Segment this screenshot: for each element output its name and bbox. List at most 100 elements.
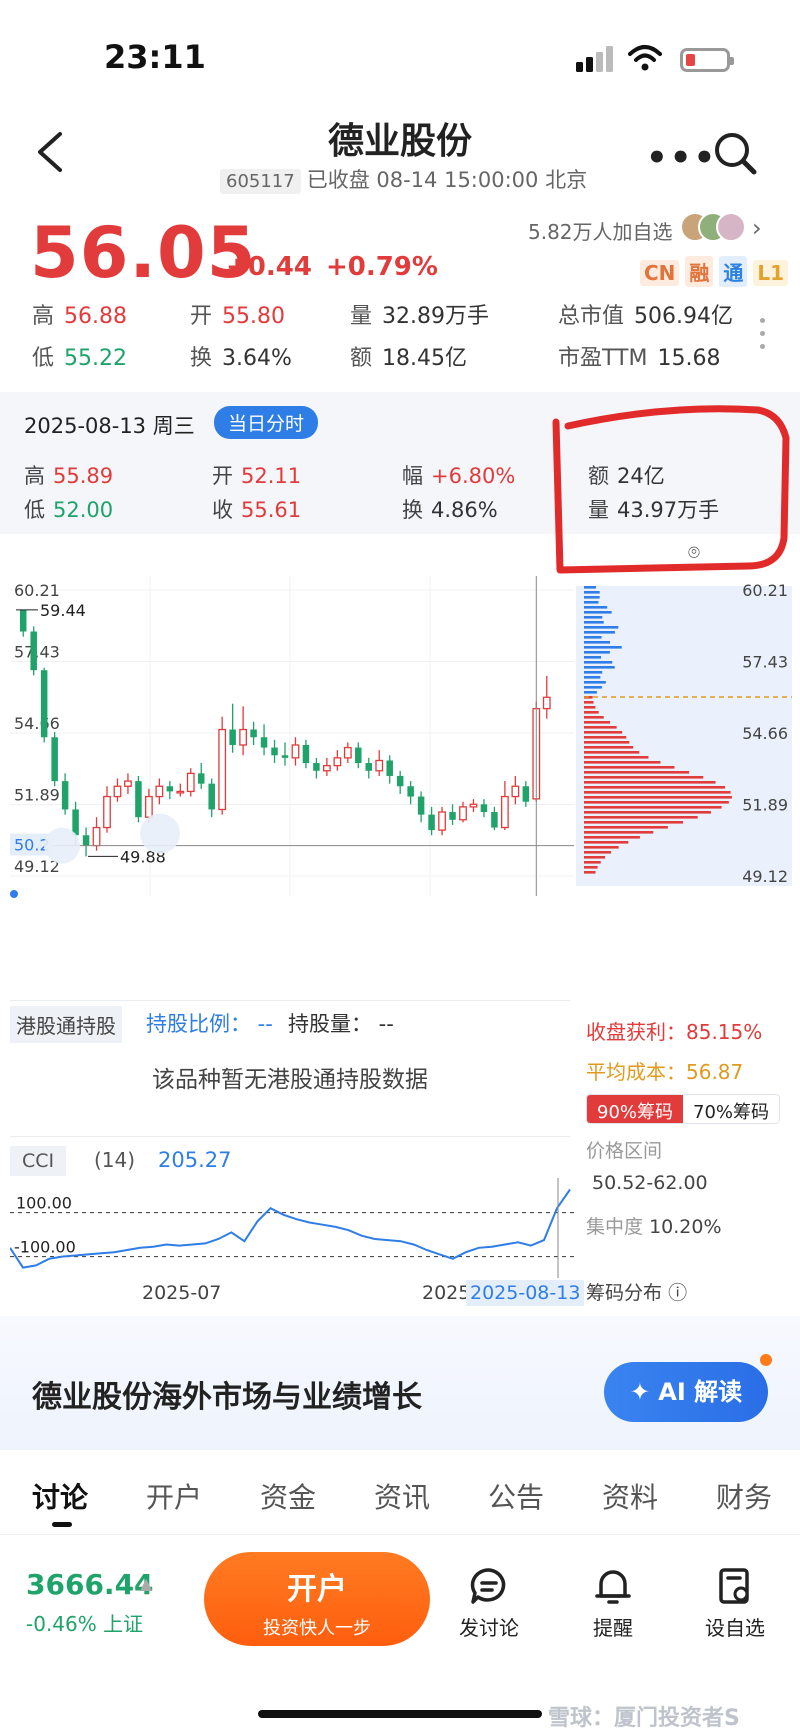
chip-bar [584, 666, 615, 669]
metric-label: 额 [350, 346, 373, 371]
chip-bar [584, 601, 599, 604]
price-range-label: 价格区间 [586, 1140, 663, 1162]
panel-high: 55.89 [53, 464, 114, 488]
index-change[interactable]: -0.46% 上证 [26, 1608, 143, 1637]
tab-discussion[interactable]: 讨论 [32, 1476, 88, 1516]
chip-bar [584, 591, 600, 594]
stock-code: 605117 [220, 169, 301, 194]
more-icon[interactable]: ••• [646, 138, 717, 178]
annotation-mark [552, 405, 790, 574]
panel-date: 2025-08-13 周三 [24, 414, 195, 438]
tab-90-chip[interactable]: 90%筹码 [587, 1095, 684, 1123]
active-tab-indicator [52, 1522, 72, 1527]
share-icon[interactable]: ⌾ [688, 540, 700, 564]
watermark: 雪球：厦门投资者S [548, 1706, 740, 1731]
candle-body [281, 755, 289, 758]
x-axis-label: 2025 [422, 1282, 471, 1304]
chip-range-tabs[interactable]: 90%筹码 70%筹码 [586, 1094, 781, 1124]
chip-bar [584, 776, 704, 779]
candle-body [124, 780, 132, 787]
intraday-button[interactable]: 当日分时 [214, 406, 319, 439]
day-amount: 18.45亿 [382, 346, 467, 371]
chip-bar [584, 821, 683, 824]
chip-bar [584, 691, 597, 694]
candle-body [542, 696, 551, 710]
change-percent: +0.79% [325, 252, 438, 282]
chip-bar [584, 826, 668, 829]
chip-bar [584, 766, 675, 769]
market-status-text: 已收盘 08-14 15:00:00 北京 [306, 168, 588, 192]
chip-distribution-title: 筹码分布 ⓘ [586, 1278, 796, 1305]
tab-open-account[interactable]: 开户 [146, 1476, 202, 1516]
stock-tags: CN 融通 L1 [634, 256, 789, 287]
tab-profile[interactable]: 资料 [602, 1476, 658, 1516]
candle-body [135, 781, 142, 818]
panel-label: 收 [212, 498, 233, 522]
candle-body [155, 785, 164, 798]
info-icon[interactable]: ⓘ [668, 1282, 687, 1304]
cci-chart[interactable]: 100.00 -100.00 [10, 1178, 574, 1278]
tab-70-chip[interactable]: 70%筹码 [683, 1095, 779, 1123]
chip-bar [584, 641, 611, 644]
panel-turnover: 4.86% [431, 498, 498, 522]
hk-connect-title: 港股通持股 [10, 1006, 122, 1043]
metric-label: 开 [190, 304, 213, 329]
concentration-label: 集中度 [586, 1216, 644, 1238]
chip-bar [584, 831, 654, 834]
post-discussion-button[interactable]: 发讨论 [444, 1566, 534, 1641]
add-watchlist-button[interactable]: 设自选 [690, 1566, 780, 1641]
cci-indicator-button[interactable]: CCI [10, 1146, 67, 1176]
panel-label: 低 [24, 498, 45, 522]
cellular-signal-icon [576, 46, 613, 72]
candle-body [61, 781, 69, 810]
tab-news[interactable]: 资讯 [374, 1476, 430, 1516]
chip-bar [584, 816, 698, 819]
chip-bar [584, 751, 640, 754]
chip-distribution-chart[interactable]: 60.21 57.43 54.66 51.89 49.12 [576, 576, 792, 996]
candle-body [82, 835, 90, 846]
followers-count[interactable]: 5.82万人加自选 [528, 216, 673, 245]
last-price: 56.05 [30, 212, 257, 294]
chip-bar [584, 761, 661, 764]
tag-margin: 融 [685, 256, 714, 287]
follower-avatars[interactable] [680, 212, 746, 242]
chip-bar [584, 646, 622, 649]
candle-body [113, 785, 122, 798]
candle-body [271, 747, 278, 756]
tab-financials[interactable]: 财务 [716, 1476, 772, 1516]
chip-bar [584, 726, 617, 729]
chip-bar [584, 676, 601, 679]
panel-amplitude: +6.80% [431, 464, 516, 488]
reminder-button[interactable]: 提醒 [568, 1566, 658, 1641]
candle-body [197, 773, 205, 784]
candle-body [396, 775, 404, 787]
chip-bar [584, 741, 630, 744]
candle-body [343, 746, 352, 759]
chip-bar [584, 681, 606, 684]
open-account-sub: 投资快人一步 [263, 1618, 371, 1639]
chevron-right-icon[interactable]: › [752, 214, 762, 242]
candle-body [428, 814, 435, 831]
chip-bar [584, 606, 608, 609]
index-value[interactable]: 3666.44 [26, 1568, 154, 1601]
chip-bar [584, 731, 623, 734]
chip-bar [584, 871, 596, 874]
banner-text[interactable]: 德业股份海外市场与业绩增长 [32, 1372, 422, 1416]
profit-value: 85.15% [686, 1020, 763, 1044]
search-icon[interactable] [712, 130, 758, 176]
chip-bar [584, 656, 601, 659]
tab-funds[interactable]: 资金 [260, 1476, 316, 1516]
ai-interpret-button[interactable]: ✦ AI 解读 [604, 1362, 768, 1422]
candle-body [208, 783, 215, 810]
candle-body [302, 744, 310, 764]
candle-body [333, 757, 342, 767]
watchlist-icon [719, 1568, 749, 1604]
candle-body [365, 763, 373, 771]
candlestick-chart[interactable]: 60.2157.4354.6651.8949.1259.4449.8850.2 [10, 576, 574, 996]
x-axis-active-date: 2025-08-13 [466, 1280, 585, 1306]
open-account-button[interactable]: 开户 投资快人一步 [204, 1552, 430, 1646]
chart-marker-dot [10, 890, 18, 898]
tab-announcements[interactable]: 公告 [488, 1476, 544, 1516]
expand-metrics-icon[interactable] [760, 318, 766, 354]
chip-bar [584, 631, 615, 634]
